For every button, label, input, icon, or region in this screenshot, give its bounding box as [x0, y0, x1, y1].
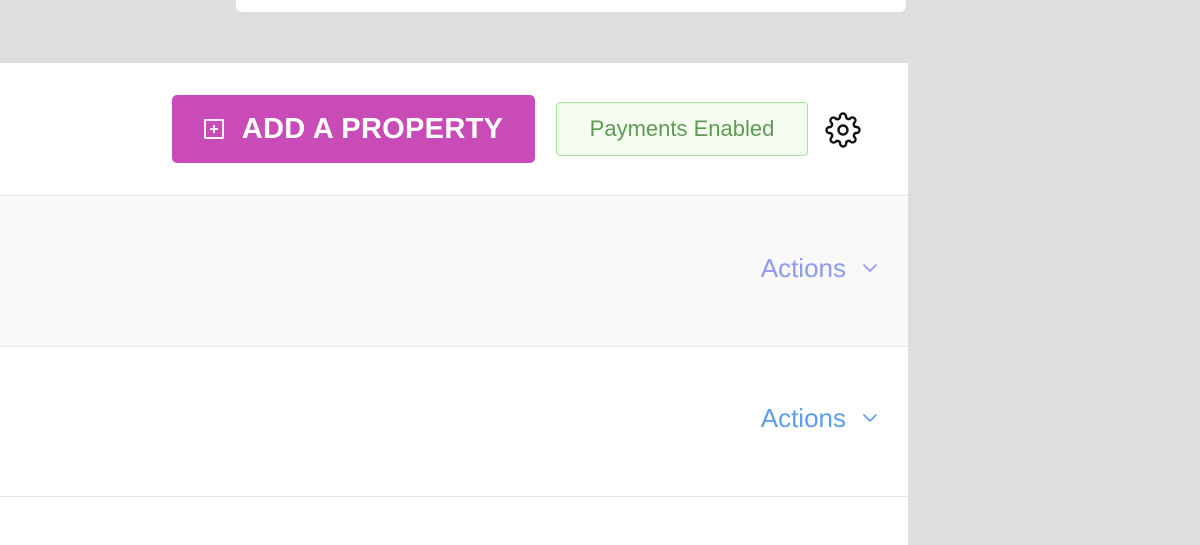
table-row: Actions — [0, 197, 908, 347]
add-property-button[interactable]: ADD A PROPERTY — [172, 95, 535, 163]
actions-label: Actions — [760, 403, 846, 433]
panel-header: ADD A PROPERTY Payments Enabled — [0, 63, 908, 196]
plus-square-icon — [203, 119, 224, 139]
chevron-down-icon — [863, 264, 877, 272]
properties-panel: ADD A PROPERTY Payments Enabled Actions … — [0, 63, 908, 545]
payments-status-badge: Payments Enabled — [556, 102, 808, 156]
add-property-label: ADD A PROPERTY — [241, 112, 504, 145]
table-row: Actions — [0, 347, 908, 497]
chevron-down-icon — [863, 414, 877, 422]
actions-label: Actions — [760, 253, 846, 283]
gear-icon[interactable] — [825, 112, 861, 148]
actions-dropdown[interactable]: Actions — [761, 405, 878, 431]
top-card — [236, 0, 906, 12]
actions-dropdown[interactable]: Actions — [761, 255, 878, 281]
